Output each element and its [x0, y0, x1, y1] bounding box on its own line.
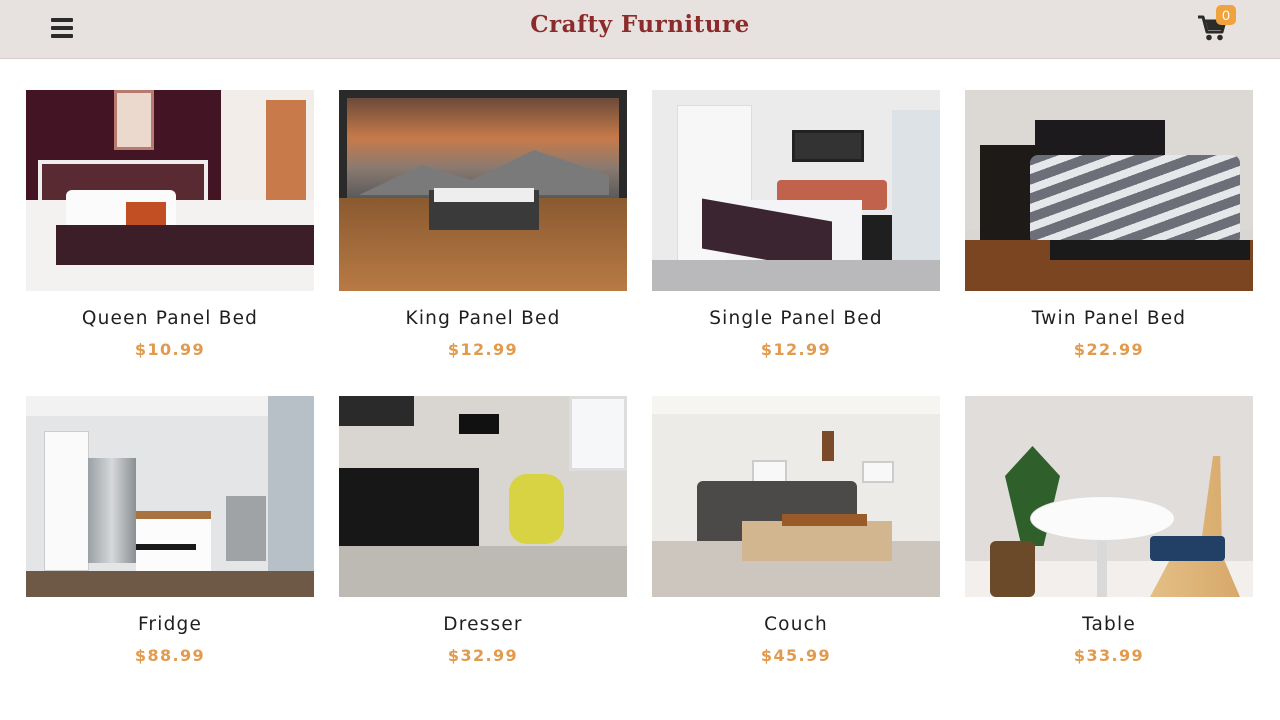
product-card[interactable]: Twin Panel Bed $22.99	[965, 90, 1253, 396]
product-name: Fridge	[137, 614, 203, 635]
product-name: Couch	[764, 614, 828, 635]
product-price: $88.99	[134, 646, 206, 665]
navbar: Crafty Furniture 0	[0, 0, 1280, 59]
product-image[interactable]	[965, 396, 1253, 597]
product-name: Twin Panel Bed	[1031, 308, 1187, 329]
product-card[interactable]: Single Panel Bed $12.99	[652, 90, 940, 396]
product-image[interactable]	[26, 396, 314, 597]
product-card[interactable]: Fridge $88.99	[26, 396, 314, 702]
product-card[interactable]: Couch $45.99	[652, 396, 940, 702]
product-image[interactable]	[652, 90, 940, 291]
product-image[interactable]	[339, 90, 627, 291]
product-grid: Queen Panel Bed $10.99 King Panel Bed $1…	[26, 90, 1253, 702]
product-image[interactable]	[26, 90, 314, 291]
product-price: $45.99	[760, 646, 832, 665]
product-name: Single Panel Bed	[709, 308, 883, 329]
cart-button[interactable]: 0	[1197, 5, 1236, 44]
product-price: $22.99	[1073, 340, 1145, 359]
product-image[interactable]	[965, 90, 1253, 291]
product-image[interactable]	[339, 396, 627, 597]
product-price: $12.99	[447, 340, 519, 359]
product-card[interactable]: Queen Panel Bed $10.99	[26, 90, 314, 396]
product-price: $10.99	[134, 340, 206, 359]
product-name: Table	[1082, 614, 1136, 635]
brand-text: Crafty Furniture	[530, 11, 750, 38]
product-price: $32.99	[447, 646, 519, 665]
product-card[interactable]: Dresser $32.99	[339, 396, 627, 702]
product-card[interactable]: King Panel Bed $12.99	[339, 90, 627, 396]
product-name: Queen Panel Bed	[81, 308, 259, 329]
product-card[interactable]: Table $33.99	[965, 396, 1253, 702]
product-price: $33.99	[1073, 646, 1145, 665]
product-name: Dresser	[443, 614, 523, 635]
product-name: King Panel Bed	[405, 308, 561, 329]
cart-count-badge: 0	[1216, 5, 1236, 25]
brand-title: Crafty Furniture	[0, 11, 1280, 38]
product-price: $12.99	[760, 340, 832, 359]
product-image[interactable]	[652, 396, 940, 597]
